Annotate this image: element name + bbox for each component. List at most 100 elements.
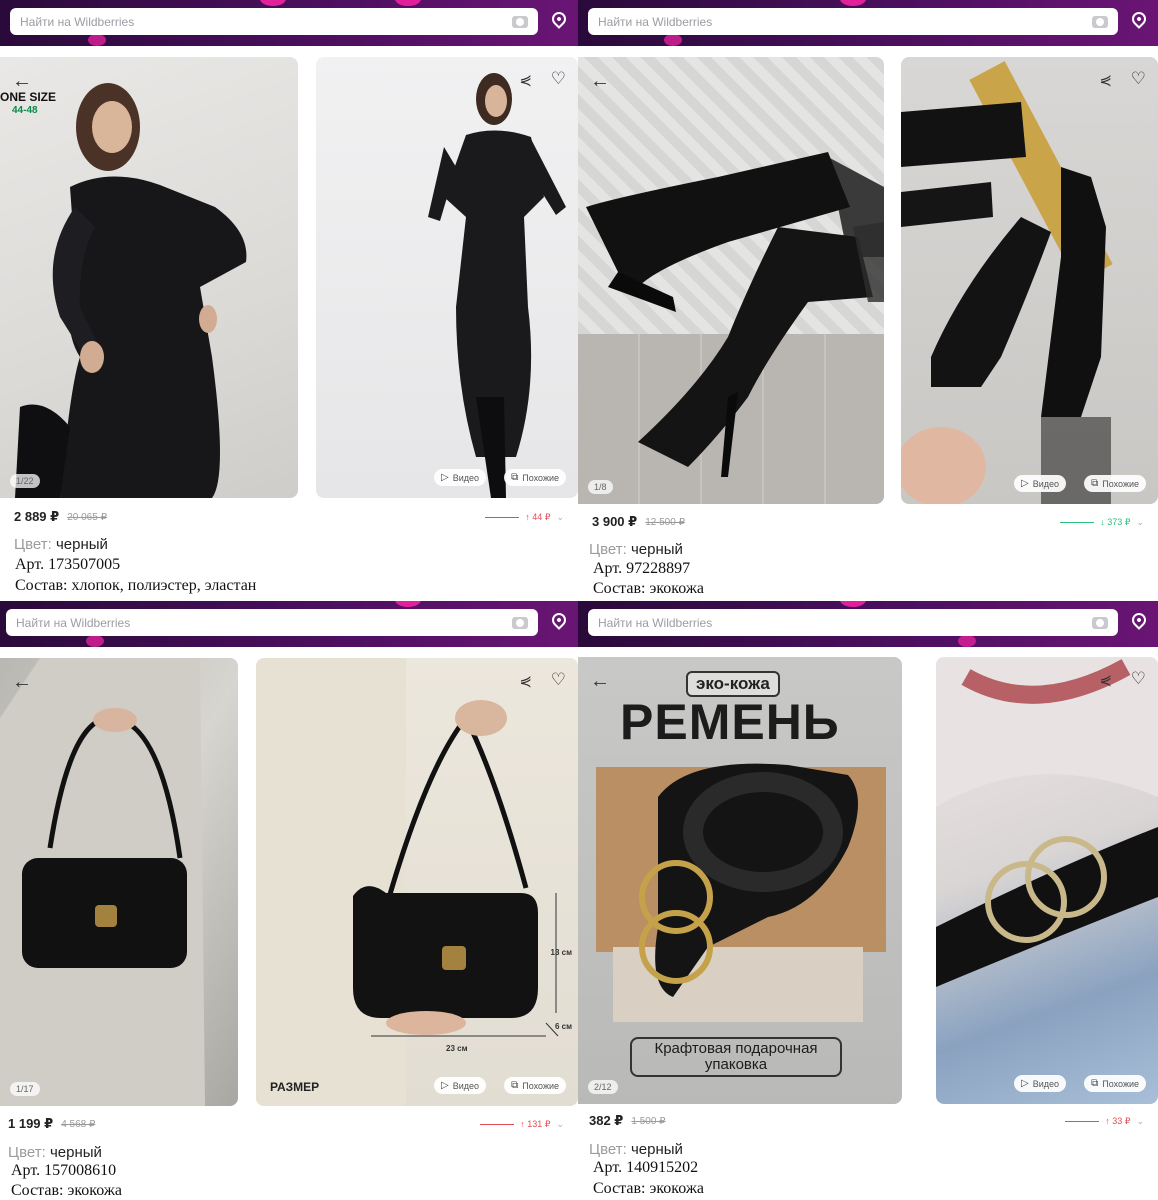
camera-icon[interactable]	[1092, 616, 1108, 629]
video-button-label: Видео	[452, 1080, 479, 1091]
price-trend-line	[1065, 1120, 1100, 1122]
product-photo-main[interactable]: ← эко-кожа РЕМЕНЬ Крафтовая подарочная у…	[578, 657, 902, 1104]
similar-search-icon: ⧉	[511, 472, 519, 483]
share-icon[interactable]: ⋞	[1099, 71, 1112, 89]
favorite-heart-icon[interactable]: ♡	[551, 69, 566, 89]
boots-mirror-figure	[901, 61, 1113, 504]
composition: Состав: хлопок, полиэстер, эластан	[15, 577, 257, 594]
search-placeholder: Найти на Wildberries	[598, 615, 713, 630]
price-history[interactable]: ↑ 44 ₽ ⌄	[485, 512, 564, 523]
logo-blob	[395, 601, 421, 607]
banner-footer: Крафтовая подарочная упаковка	[630, 1037, 842, 1077]
color-label: Цвет:	[589, 541, 627, 558]
camera-icon[interactable]	[512, 15, 528, 28]
location-pin-icon[interactable]	[1129, 9, 1149, 29]
share-icon[interactable]: ⋞	[1099, 671, 1112, 689]
chevron-down-icon: ⌄	[1136, 516, 1144, 527]
dimension-depth: 6 см	[554, 1022, 572, 1031]
price-delta: ↑ 33 ₽	[1105, 1115, 1131, 1126]
favorite-heart-icon[interactable]: ♡	[551, 670, 566, 690]
back-arrow-icon[interactable]: ←	[12, 672, 32, 692]
product-photo-secondary[interactable]: ⋞ ♡ ▷ Видео ⧉ Похожие	[936, 657, 1158, 1104]
belt-jeans-figure	[936, 657, 1158, 987]
old-price: 4 568 ₽	[61, 1118, 96, 1130]
search-input[interactable]: Найти на Wildberries	[588, 609, 1118, 636]
logo-blob	[395, 0, 421, 6]
color-label: Цвет:	[8, 1144, 46, 1161]
price-history[interactable]: ↓ 373 ₽ ⌄	[1060, 517, 1144, 528]
similar-button-label: Похожие	[522, 472, 559, 483]
camera-icon[interactable]	[512, 616, 528, 629]
video-button-label: Видео	[452, 472, 479, 483]
price-row: 1 199 ₽ 4 568 ₽ ↑ 131 ₽ ⌄	[8, 1115, 564, 1133]
product-card-3: Найти на Wildberries ← 1/17 13 см 23 см …	[0, 601, 578, 1200]
price-history[interactable]: ↑ 131 ₽ ⌄	[480, 1119, 564, 1130]
price-row: 3 900 ₽ 12 500 ₽ ↓ 373 ₽ ⌄	[592, 513, 1144, 531]
similar-button-label: Похожие	[1102, 478, 1139, 489]
video-button[interactable]: ▷ Видео	[434, 1077, 486, 1094]
chevron-down-icon: ⌄	[1136, 1115, 1144, 1126]
location-pin-icon[interactable]	[1129, 610, 1149, 630]
price-trend-line	[485, 516, 520, 518]
logo-blob	[88, 34, 106, 46]
dimension-width: 23 см	[446, 1044, 468, 1053]
color-value: черный	[55, 536, 108, 553]
article-number: Арт. 97228897	[593, 560, 691, 577]
search-input[interactable]: Найти на Wildberries	[588, 8, 1118, 35]
back-arrow-icon[interactable]: ←	[590, 671, 610, 691]
favorite-heart-icon[interactable]: ♡	[1131, 669, 1146, 689]
location-pin-icon[interactable]	[549, 9, 569, 29]
product-photo-secondary[interactable]: 13 см 23 см 6 см ⋞ ♡ РАЗМЕР ▷ Видео ⧉ По…	[256, 658, 578, 1106]
composition: Состав: экокожа	[593, 1180, 705, 1197]
old-price: 20 065 ₽	[67, 511, 107, 523]
banner-title: РЕМЕНЬ	[620, 694, 840, 750]
video-button[interactable]: ▷ Видео	[1014, 1075, 1066, 1092]
video-button[interactable]: ▷ Видео	[1014, 475, 1066, 492]
similar-button[interactable]: ⧉ Похожие	[504, 1077, 566, 1094]
color-info: Цвет: черный	[589, 1141, 683, 1158]
product-photo-main[interactable]: ← 1/17	[0, 658, 238, 1106]
price-history[interactable]: ↑ 33 ₽ ⌄	[1065, 1116, 1144, 1127]
play-icon: ▷	[441, 472, 449, 483]
app-header: Найти на Wildberries	[578, 601, 1158, 647]
price-row: 2 889 ₽ 20 065 ₽ ↑ 44 ₽ ⌄	[14, 508, 564, 526]
composition: Состав: экокожа	[593, 580, 705, 597]
share-icon[interactable]: ⋞	[519, 71, 532, 89]
back-arrow-icon[interactable]: ←	[590, 71, 610, 91]
search-input[interactable]: Найти на Wildberries	[10, 8, 538, 35]
composition: Состав: экокожа	[11, 1182, 123, 1199]
similar-search-icon: ⧉	[1091, 478, 1099, 489]
search-placeholder: Найти на Wildberries	[16, 615, 131, 630]
current-price: 382 ₽	[589, 1113, 624, 1128]
video-button-label: Видео	[1032, 1078, 1059, 1089]
product-photo-main[interactable]: ← ONE SIZE 44-48 1/22	[0, 57, 298, 498]
article-number: Арт. 157008610	[11, 1162, 117, 1179]
similar-search-icon: ⧉	[1091, 1078, 1099, 1089]
product-photo-main[interactable]: ← 1/8	[578, 57, 884, 504]
camera-icon[interactable]	[1092, 15, 1108, 28]
dress-figure	[428, 73, 566, 498]
product-photo-secondary[interactable]: ⋞ ♡ ▷ Видео ⧉ Похожие	[901, 57, 1158, 504]
similar-button[interactable]: ⧉ Похожие	[504, 469, 566, 486]
logo-blob	[840, 601, 866, 607]
video-button[interactable]: ▷ Видео	[434, 469, 486, 486]
location-pin-icon[interactable]	[549, 610, 569, 630]
price-delta: ↑ 44 ₽	[525, 511, 551, 522]
play-icon: ▷	[1021, 478, 1029, 489]
similar-button[interactable]: ⧉ Похожие	[1084, 1075, 1146, 1092]
product-photo-secondary[interactable]: ⋞ ♡ ▷ Видео ⧉ Похожие	[316, 57, 578, 498]
old-price: 12 500 ₽	[645, 516, 685, 528]
search-placeholder: Найти на Wildberries	[598, 14, 713, 29]
current-price: 2 889 ₽	[14, 509, 60, 524]
article-number: Арт. 173507005	[15, 556, 121, 573]
search-input[interactable]: Найти на Wildberries	[6, 609, 538, 636]
favorite-heart-icon[interactable]: ♡	[1131, 69, 1146, 89]
color-info: Цвет: черный	[589, 541, 683, 558]
similar-button[interactable]: ⧉ Похожие	[1084, 475, 1146, 492]
photo-counter: 1/8	[588, 480, 613, 494]
price-trend-line	[1060, 521, 1095, 523]
share-icon[interactable]: ⋞	[519, 672, 532, 690]
chevron-down-icon: ⌄	[556, 511, 564, 522]
price-delta: ↓ 373 ₽	[1100, 516, 1131, 527]
back-arrow-icon[interactable]: ←	[12, 71, 32, 91]
